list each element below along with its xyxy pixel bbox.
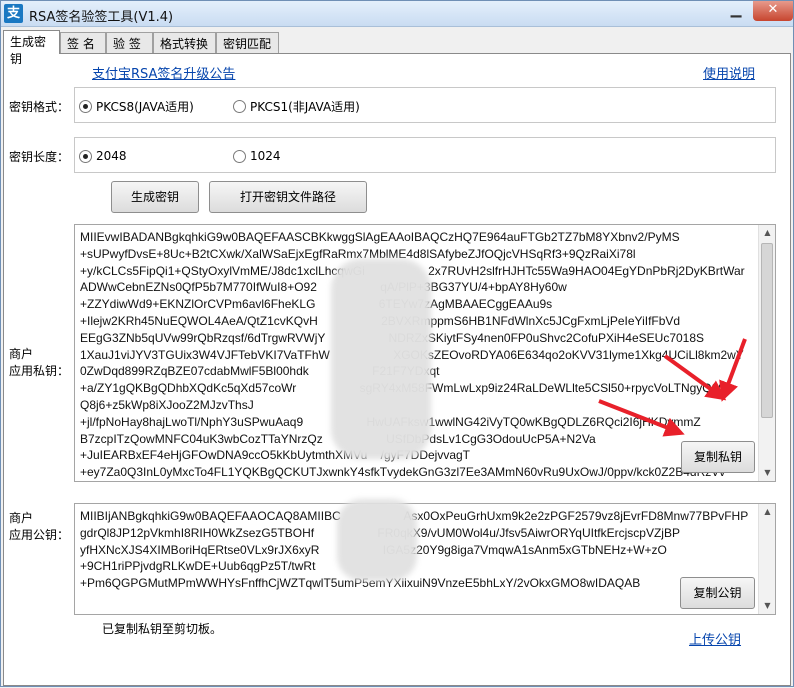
status-message: 已复制私钥至剪切板。 <box>102 622 223 636</box>
upload-public-key-link[interactable]: 上传公钥 <box>689 629 741 648</box>
red-arrow-icon <box>719 338 747 402</box>
annotation-arrows <box>598 338 747 437</box>
tab-generate-key[interactable]: 生成密钥 <box>3 30 60 66</box>
red-arrow-icon <box>663 354 727 401</box>
app-window: 支 RSA签名验签工具(V1.4) ▁ ✕ 生成密钥 签 名 验 签 格式转换 … <box>0 0 794 687</box>
red-arrow-icon <box>598 399 685 437</box>
